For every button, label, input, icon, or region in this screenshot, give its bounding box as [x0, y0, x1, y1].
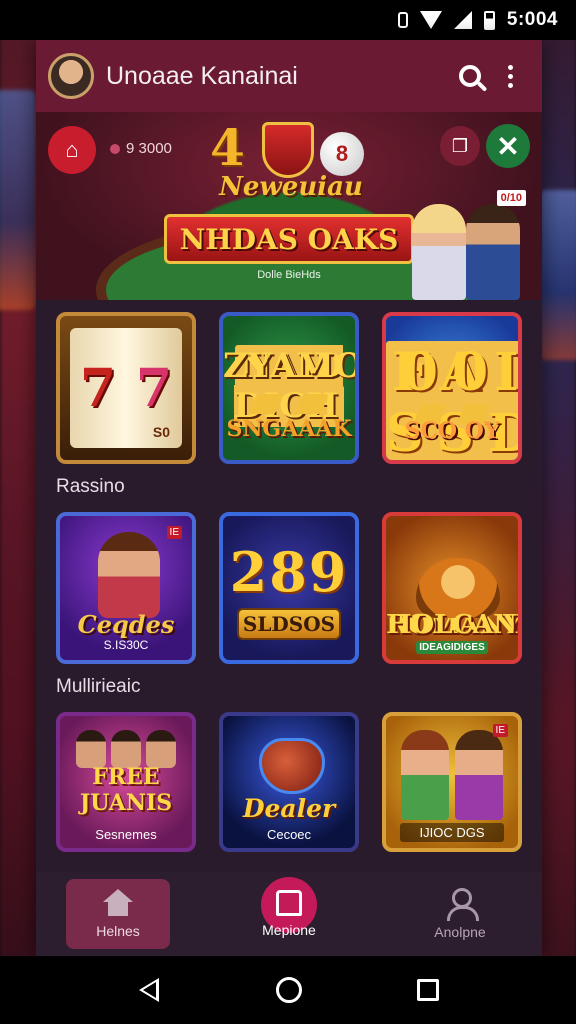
tile-title: 00	[401, 342, 503, 403]
game-tile-green[interactable]: NAID DICH ZYAMO SNGAAAK	[219, 312, 359, 464]
character-art	[98, 532, 160, 618]
heart-art	[259, 738, 325, 794]
share-button[interactable]: ❐	[440, 126, 480, 166]
tile-badge: IE	[492, 724, 508, 737]
status-bar: 5:004	[0, 0, 576, 40]
tile-caption: SCO OY	[404, 418, 500, 444]
character	[401, 730, 449, 820]
cell-signal-icon	[453, 11, 472, 29]
games-row-2: IE Ceqdes S.IS30C 289 SLDSOS ROMANY HOLC…	[56, 512, 522, 664]
game-tile-blue[interactable]: FAISSS SSD 00 SCO OY	[382, 312, 522, 464]
app-window: Unoaae Kanainai ⌂ 9 3000 4 8 Neweuiau NH…	[36, 40, 542, 956]
tile-caption: Sesnemes	[95, 827, 157, 842]
tile-title: Ceqdes	[77, 610, 175, 639]
more-vert-icon	[507, 64, 513, 88]
character-woman	[412, 204, 466, 300]
game-tile-slot-reels[interactable]: 7 7 S0	[56, 312, 196, 464]
reel-right: 7	[135, 357, 173, 419]
lock-icon	[276, 890, 302, 916]
character-man	[466, 204, 520, 300]
person-icon	[445, 888, 479, 921]
ball-label: 8	[335, 141, 349, 166]
banner-number: 4	[210, 118, 245, 177]
tile-title: HOLCAN	[386, 610, 518, 640]
bottom-navigation: Helnes Mepione Anolpne	[36, 872, 542, 956]
tile-caption: Cecoec	[266, 827, 312, 842]
gift-icon: ⌂	[65, 137, 79, 162]
character-art	[398, 730, 506, 820]
section-title-multi: Mullirieaic	[56, 676, 141, 697]
eight-ball-icon: 8	[320, 132, 364, 176]
app-title: Unoaae Kanainai	[106, 61, 298, 90]
nav-home[interactable]: Helnes	[66, 879, 170, 949]
background-slot-machine-right	[540, 190, 576, 360]
banner-script-title: Neweuiau	[219, 172, 363, 202]
banner-ribbon-title: NHDAS OAKS	[164, 214, 414, 264]
tile-banner: SLDSOS	[237, 608, 341, 640]
vibrate-icon	[397, 12, 408, 28]
character	[145, 730, 176, 768]
tile-caption: IDEAGIDIGES	[416, 641, 488, 654]
gem-icons	[243, 394, 335, 414]
gem-icon	[295, 394, 329, 414]
coin-balance: 9 3000	[110, 140, 172, 157]
nav-middle[interactable]: Mepione	[237, 877, 341, 949]
wifi-icon	[419, 11, 442, 29]
search-button[interactable]	[450, 56, 490, 96]
nav-home-label: Helnes	[96, 923, 140, 939]
coin-icon	[110, 143, 120, 154]
game-tile-purple[interactable]: IE Ceqdes S.IS30C	[56, 512, 196, 664]
tile-caption: IJIOC DGS	[400, 823, 504, 842]
banner-ribbon-text: NHDAS OAKS	[179, 222, 399, 256]
slot-tag: S0	[152, 424, 170, 440]
game-tile-neon[interactable]: FREE JUANIS Sesnemes	[56, 712, 196, 852]
tile-caption: SNGAAAK	[226, 416, 352, 442]
gift-badge-button[interactable]: ⌂	[48, 126, 96, 174]
banner-characters	[412, 200, 532, 300]
shield-emblem-icon	[262, 122, 314, 178]
tiger-art	[416, 558, 500, 618]
game-tile-dealer[interactable]: Dealer Cecoec	[219, 712, 359, 852]
home-circle-icon[interactable]	[275, 977, 302, 1003]
character-art	[74, 730, 178, 768]
character	[455, 730, 503, 820]
avatar[interactable]	[48, 53, 94, 99]
tile-badge: IE	[166, 526, 182, 539]
tile-caption: S.IS30C	[103, 638, 149, 652]
more-options-button[interactable]	[490, 56, 530, 96]
games-content: 7 7 S0 NAID DICH ZYAMO SNGAAAK FAISSS SS…	[36, 300, 542, 852]
nav-profile-label: Anolpne	[434, 924, 486, 940]
recents-icon[interactable]	[416, 979, 439, 1001]
home-icon	[103, 889, 133, 917]
coin-balance-value: 9 3000	[126, 140, 172, 157]
close-banner-button[interactable]: ✕	[486, 124, 530, 168]
character	[76, 730, 107, 768]
search-icon	[459, 65, 481, 87]
tile-title: ZYAMO	[223, 346, 359, 386]
tile-title: FREE JUANIS	[79, 764, 173, 816]
character	[110, 730, 141, 768]
status-time: 5:004	[506, 9, 558, 30]
gem-icon	[249, 394, 283, 414]
games-row-3: FREE JUANIS Sesnemes Dealer Cecoec IE IJ…	[56, 712, 522, 852]
game-tile-navy[interactable]: 289 SLDSOS	[219, 512, 359, 664]
share-icon: ❐	[451, 135, 469, 156]
system-navigation-bar	[0, 956, 576, 1024]
nav-middle-label: Mepione	[262, 922, 316, 938]
tile-title: 289	[229, 540, 349, 604]
promo-banner[interactable]: ⌂ 9 3000 4 8 Neweuiau NHDAS OAKS Dolle B…	[36, 112, 542, 300]
background-slot-machine-left	[0, 90, 36, 310]
games-row-1: 7 7 S0 NAID DICH ZYAMO SNGAAAK FAISSS SS…	[56, 312, 522, 464]
back-icon[interactable]	[137, 978, 161, 1002]
app-bar: Unoaae Kanainai	[36, 40, 542, 112]
section-title-casino: Rassino	[56, 476, 125, 497]
banner-corner-badge: 0/10	[496, 190, 526, 206]
close-icon: ✕	[496, 130, 520, 162]
reel-left: 7	[79, 357, 117, 419]
nav-profile[interactable]: Anolpne	[408, 879, 512, 949]
battery-icon	[483, 10, 495, 30]
tile-title: Dealer	[242, 794, 336, 823]
game-tile-gold[interactable]: IE IJIOC DGS	[382, 712, 522, 852]
game-tile-orange[interactable]: ROMANY HOLCAN IDEAGIDIGES	[382, 512, 522, 664]
